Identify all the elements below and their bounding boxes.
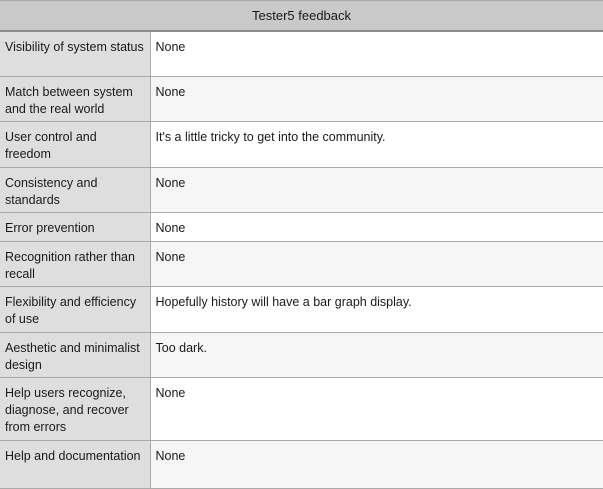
heuristic-cell: User control and freedom bbox=[0, 121, 151, 168]
feedback-cell: None bbox=[150, 241, 603, 287]
table-row: Aesthetic and minimalist design Too dark… bbox=[0, 332, 603, 378]
table-row: Match between system and the real world … bbox=[0, 76, 603, 122]
feedback-cell: Too dark. bbox=[150, 332, 603, 378]
table-title: Tester5 feedback bbox=[0, 0, 603, 32]
table-row: User control and freedom It's a little t… bbox=[0, 121, 603, 168]
heuristic-cell: Error prevention bbox=[0, 212, 151, 242]
heuristic-cell: Aesthetic and minimalist design bbox=[0, 332, 151, 378]
table-row: Recognition rather than recall None bbox=[0, 241, 603, 287]
feedback-cell: None bbox=[150, 76, 603, 122]
feedback-table: Tester5 feedback Visibility of system st… bbox=[0, 0, 603, 489]
heuristic-cell: Recognition rather than recall bbox=[0, 241, 151, 287]
heuristic-cell: Flexibility and efficiency of use bbox=[0, 286, 151, 333]
heuristic-cell: Help and documentation bbox=[0, 440, 151, 489]
table-row: Help users recognize, diagnose, and reco… bbox=[0, 377, 603, 441]
heuristic-cell: Match between system and the real world bbox=[0, 76, 151, 122]
feedback-cell: None bbox=[150, 440, 603, 489]
feedback-cell: None bbox=[150, 31, 603, 77]
feedback-cell: None bbox=[150, 167, 603, 213]
table-row: Error prevention None bbox=[0, 212, 603, 242]
table-row: Help and documentation None bbox=[0, 440, 603, 489]
heuristic-cell: Help users recognize, diagnose, and reco… bbox=[0, 377, 151, 441]
table-header-row: Tester5 feedback bbox=[0, 0, 603, 32]
table-row: Visibility of system status None bbox=[0, 31, 603, 77]
heuristic-cell: Consistency and standards bbox=[0, 167, 151, 213]
table-row: Consistency and standards None bbox=[0, 167, 603, 213]
feedback-cell: None bbox=[150, 212, 603, 242]
heuristic-cell: Visibility of system status bbox=[0, 31, 151, 77]
feedback-cell: None bbox=[150, 377, 603, 441]
feedback-cell: It's a little tricky to get into the com… bbox=[150, 121, 603, 168]
feedback-cell: Hopefully history will have a bar graph … bbox=[150, 286, 603, 333]
table-row: Flexibility and efficiency of use Hopefu… bbox=[0, 286, 603, 333]
